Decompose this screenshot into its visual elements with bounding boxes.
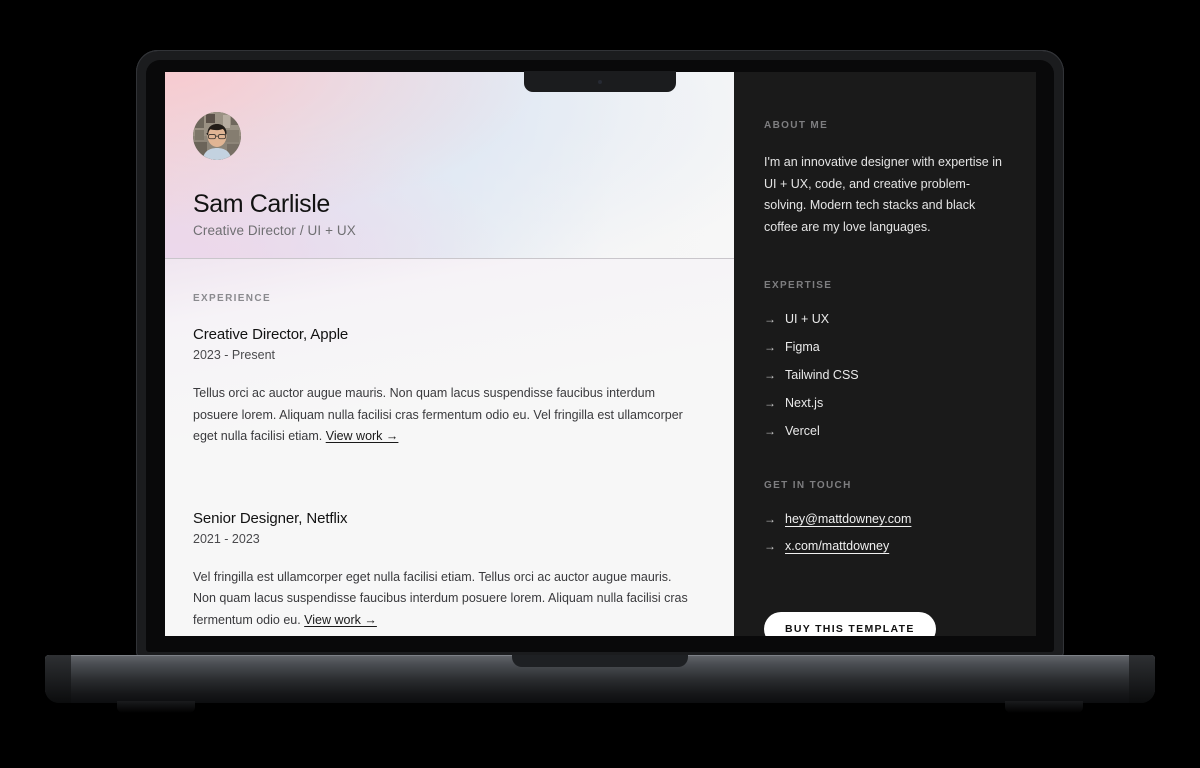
avatar-photo-icon bbox=[193, 112, 241, 160]
expertise-list: → UI + UX → Figma → Tailwind CSS → Next.… bbox=[764, 312, 1036, 438]
job-dates: 2021 - 2023 bbox=[193, 531, 260, 546]
buy-template-button[interactable]: BUY THIS TEMPLATE bbox=[764, 612, 936, 636]
view-work-link[interactable]: View work → bbox=[304, 613, 377, 627]
laptop-base bbox=[45, 655, 1155, 713]
expertise-label: Tailwind CSS bbox=[785, 368, 859, 382]
contact-eyebrow: GET IN TOUCH bbox=[764, 480, 852, 491]
arrow-right-icon: → bbox=[764, 512, 776, 526]
experience-eyebrow: EXPERIENCE bbox=[193, 293, 271, 304]
experience-item: Senior Designer, Netflix 2021 - 2023 Vel… bbox=[193, 510, 696, 632]
experience-section: EXPERIENCE Creative Director, Apple 2023… bbox=[165, 259, 734, 636]
list-item: → Tailwind CSS bbox=[764, 368, 1036, 382]
base-edge-left bbox=[45, 655, 71, 703]
arrow-right-icon: → bbox=[764, 539, 776, 553]
base-lip bbox=[512, 655, 688, 667]
contact-list: → hey@mattdowney.com → x.com/mattdowney bbox=[764, 512, 1036, 553]
job-title: Creative Director, Apple bbox=[193, 326, 349, 343]
list-item: → x.com/mattdowney bbox=[764, 539, 1036, 553]
avatar bbox=[193, 112, 241, 160]
job-dates: 2023 - Present bbox=[193, 348, 275, 362]
arrow-right-icon: → bbox=[764, 312, 776, 326]
x-profile-link[interactable]: x.com/mattdowney bbox=[785, 539, 889, 553]
job-description: Vel fringilla est ullamcorper eget nulla… bbox=[193, 567, 696, 632]
view-work-link[interactable]: View work → bbox=[326, 429, 399, 443]
webcam-notch bbox=[524, 71, 676, 92]
arrow-right-icon: → bbox=[764, 396, 776, 410]
list-item: → UI + UX bbox=[764, 312, 1036, 326]
about-text: I'm an innovative designer with expertis… bbox=[764, 155, 1002, 234]
list-item: → Next.js bbox=[764, 396, 1036, 410]
about-eyebrow: ABOUT ME bbox=[764, 120, 829, 131]
expertise-label: Figma bbox=[785, 340, 820, 354]
experience-item: Creative Director, Apple 2023 - Present … bbox=[193, 326, 696, 448]
arrow-right-icon: → bbox=[764, 368, 776, 382]
arrow-right-icon: → bbox=[764, 424, 776, 438]
base-foot-left bbox=[117, 701, 195, 713]
page-title: Sam Carlisle bbox=[193, 190, 330, 218]
profile-role: Creative Director / UI + UX bbox=[193, 223, 356, 238]
arrow-right-icon: → bbox=[764, 340, 776, 354]
camera-icon bbox=[598, 80, 602, 84]
laptop-mockup: Sam Carlisle Creative Director / UI + UX… bbox=[0, 0, 1200, 768]
main-column: Sam Carlisle Creative Director / UI + UX… bbox=[165, 72, 734, 636]
list-item: → hey@mattdowney.com bbox=[764, 512, 1036, 526]
base-foot-right bbox=[1005, 701, 1083, 713]
expertise-label: Next.js bbox=[785, 396, 824, 410]
expertise-eyebrow: EXPERTISE bbox=[764, 280, 833, 291]
list-item: → Vercel bbox=[764, 424, 1036, 438]
list-item: → Figma bbox=[764, 340, 1036, 354]
expertise-label: Vercel bbox=[785, 424, 820, 438]
base-edge-right bbox=[1129, 655, 1155, 703]
expertise-label: UI + UX bbox=[785, 312, 830, 326]
sidebar: ABOUT ME I'm an innovative designer with… bbox=[734, 72, 1036, 636]
about-block: ABOUT ME I'm an innovative designer with… bbox=[764, 120, 1036, 238]
contact-block: GET IN TOUCH → hey@mattdowney.com → x.co… bbox=[764, 480, 1036, 553]
job-description-text: Vel fringilla est ullamcorper eget nulla… bbox=[193, 569, 688, 627]
job-title: Senior Designer, Netflix bbox=[193, 509, 348, 527]
job-description: Tellus orci ac auctor augue mauris. Non … bbox=[193, 383, 696, 448]
email-link[interactable]: hey@mattdowney.com bbox=[785, 512, 911, 526]
expertise-block: EXPERTISE → UI + UX → Figma → Tailwind C… bbox=[764, 280, 1036, 438]
screen-content: Sam Carlisle Creative Director / UI + UX… bbox=[165, 72, 1036, 636]
hero-header: Sam Carlisle Creative Director / UI + UX bbox=[165, 72, 734, 258]
job-description-text: Tellus orci ac auctor augue mauris. Non … bbox=[193, 386, 683, 443]
